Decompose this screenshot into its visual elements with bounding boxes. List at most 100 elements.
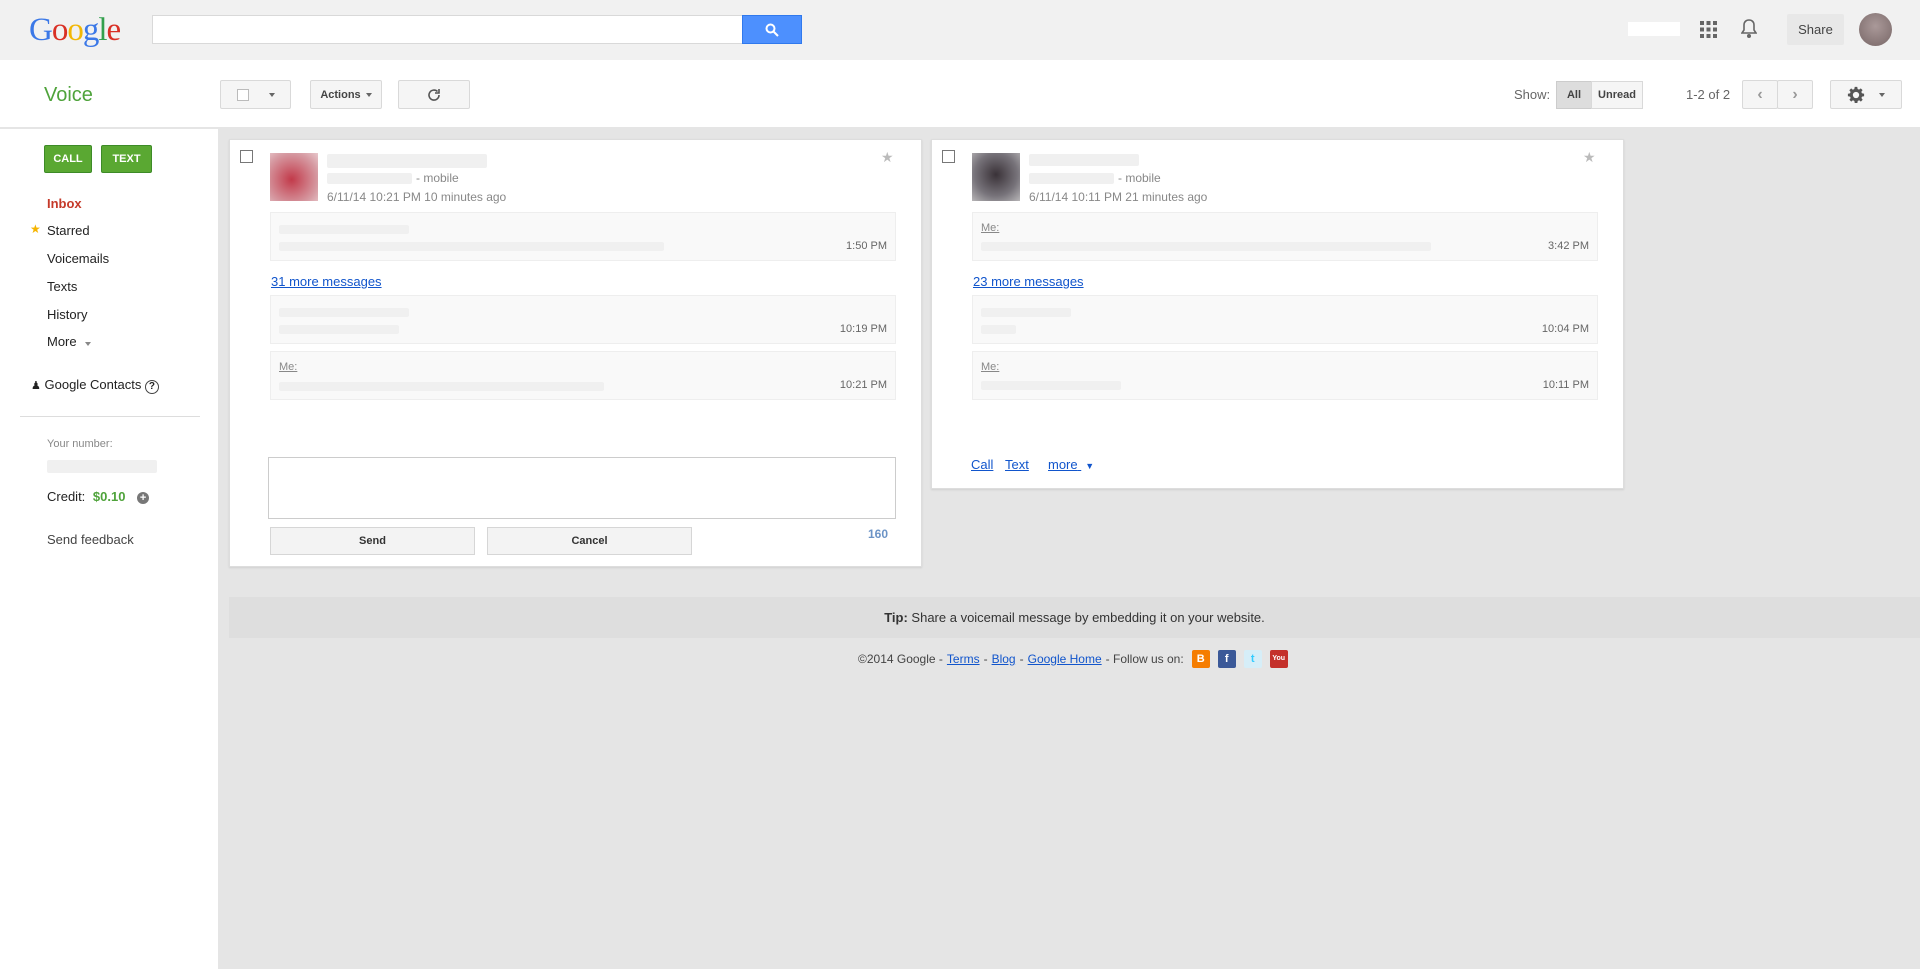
message-text [279, 308, 409, 317]
apps-grid-icon[interactable] [1700, 21, 1717, 41]
refresh-button[interactable] [398, 80, 470, 109]
logo-letter: l [98, 12, 107, 48]
logo-letter: o [67, 12, 83, 48]
message-time: 10:21 PM [839, 379, 887, 391]
message-text [279, 242, 664, 251]
call-link[interactable]: Call [971, 457, 993, 472]
me-label: Me: [981, 361, 1000, 373]
blogger-icon[interactable]: B [1191, 650, 1210, 668]
help-icon[interactable]: ? [144, 380, 159, 394]
text-button[interactable]: TEXT [101, 145, 152, 173]
next-page-button[interactable]: › [1777, 80, 1813, 109]
text-link[interactable]: Text [1005, 457, 1029, 472]
filter-all[interactable]: All [1556, 81, 1592, 109]
star-icon: ★ [30, 222, 41, 236]
message-text [279, 325, 399, 334]
sidebar-item-history[interactable]: History [47, 307, 87, 322]
more-messages-link[interactable]: 23 more messages [973, 274, 1084, 289]
follow-us-label: - Follow us on: [1105, 652, 1184, 666]
call-button[interactable]: CALL [44, 145, 92, 173]
send-button[interactable]: Send [270, 527, 475, 555]
sidebar-item-more[interactable]: More [47, 334, 92, 349]
google-contacts-link[interactable]: ♟ Google Contacts ? [31, 377, 159, 394]
logo-letter: g [82, 12, 99, 48]
youtube-icon[interactable]: You [1269, 650, 1288, 668]
settings-button[interactable] [1830, 80, 1902, 109]
facebook-icon[interactable]: f [1217, 650, 1236, 668]
message-text [279, 225, 409, 234]
message-time: 10:11 PM [1542, 379, 1589, 391]
message-bubble: Me: 3:42 PM [972, 212, 1598, 261]
message-time: 10:04 PM [1541, 323, 1589, 335]
footer-separator: - [1019, 652, 1024, 666]
show-label: Show: [1514, 87, 1551, 102]
sidebar [0, 129, 219, 969]
character-count: 160 [868, 527, 889, 541]
star-icon[interactable]: ★ [881, 149, 894, 166]
bell-icon[interactable] [1740, 19, 1758, 42]
contact-photo[interactable] [972, 153, 1020, 201]
message-time: 1:50 PM [846, 240, 887, 252]
contact-photo[interactable] [270, 153, 318, 201]
star-icon[interactable]: ★ [1583, 149, 1596, 166]
message-text [981, 381, 1121, 390]
message-bubble: 10:04 PM [972, 295, 1598, 344]
google-logo[interactable]: Google [29, 12, 122, 49]
tip-text: Share a voicemail message by embedding i… [911, 610, 1265, 625]
more-label: more [1048, 457, 1078, 472]
conversation-timestamp: 6/11/14 10:11 PM 21 minutes ago [1029, 190, 1208, 204]
credit-label: Credit: [47, 489, 86, 504]
sidebar-item-texts[interactable]: Texts [47, 279, 77, 294]
message-bubble: 10:19 PM [270, 295, 896, 344]
logo-letter: e [106, 12, 122, 48]
refresh-icon [428, 88, 440, 101]
message-time: 3:42 PM [1548, 240, 1589, 252]
sidebar-divider [20, 416, 200, 417]
copyright: ©2014 Google - [858, 652, 943, 666]
google-home-link[interactable]: Google Home [1028, 652, 1102, 666]
search-icon [765, 23, 779, 37]
conversation-checkbox[interactable] [240, 150, 253, 163]
account-name[interactable] [1628, 22, 1680, 36]
more-messages-link[interactable]: 31 more messages [271, 274, 382, 289]
me-label: Me: [981, 222, 1000, 234]
chevron-down-icon [268, 92, 275, 97]
conversation-checkbox[interactable] [942, 150, 955, 163]
actions-button[interactable]: Actions [310, 80, 382, 109]
tip-bar: Tip: Share a voicemail message by embedd… [229, 597, 1920, 638]
search-input[interactable] [152, 15, 743, 44]
select-checkbox[interactable] [236, 88, 249, 101]
add-credit-icon[interactable]: + [137, 492, 150, 504]
select-dropdown[interactable] [220, 80, 291, 109]
avatar[interactable] [1859, 13, 1892, 46]
search-button[interactable] [742, 15, 802, 44]
twitter-icon[interactable]: t [1243, 650, 1262, 668]
cancel-button[interactable]: Cancel [487, 527, 692, 555]
prev-page-button[interactable]: ‹ [1742, 80, 1778, 109]
your-number-label: Your number: [47, 438, 113, 450]
tip-label: Tip: [884, 610, 908, 625]
terms-link[interactable]: Terms [947, 652, 980, 666]
share-button[interactable]: Share [1787, 14, 1844, 45]
sidebar-item-voicemails[interactable]: Voicemails [47, 251, 109, 266]
contacts-label: Google Contacts [44, 377, 142, 392]
credit-row: Credit: $0.10 + [47, 489, 150, 504]
message-text [981, 242, 1431, 251]
contact-number [1029, 173, 1114, 184]
app-title[interactable]: Voice [44, 84, 93, 107]
person-icon: ♟ [31, 380, 41, 392]
filter-unread[interactable]: Unread [1591, 81, 1643, 109]
me-label: Me: [279, 361, 298, 373]
blog-link[interactable]: Blog [992, 652, 1016, 666]
contact-name[interactable] [327, 154, 487, 168]
contact-number [327, 173, 412, 184]
send-feedback-link[interactable]: Send feedback [47, 532, 134, 547]
contact-name[interactable] [1029, 154, 1139, 166]
more-actions-link[interactable]: more ▼ [1048, 457, 1094, 472]
footer-separator: - [983, 652, 988, 666]
footer: ©2014 Google - Terms - Blog - Google Hom… [858, 650, 1288, 668]
logo-letter: o [51, 12, 68, 48]
sidebar-item-inbox[interactable]: Inbox [47, 196, 82, 211]
reply-textarea[interactable] [268, 457, 896, 519]
sidebar-item-starred[interactable]: ★ Starred [30, 222, 90, 238]
